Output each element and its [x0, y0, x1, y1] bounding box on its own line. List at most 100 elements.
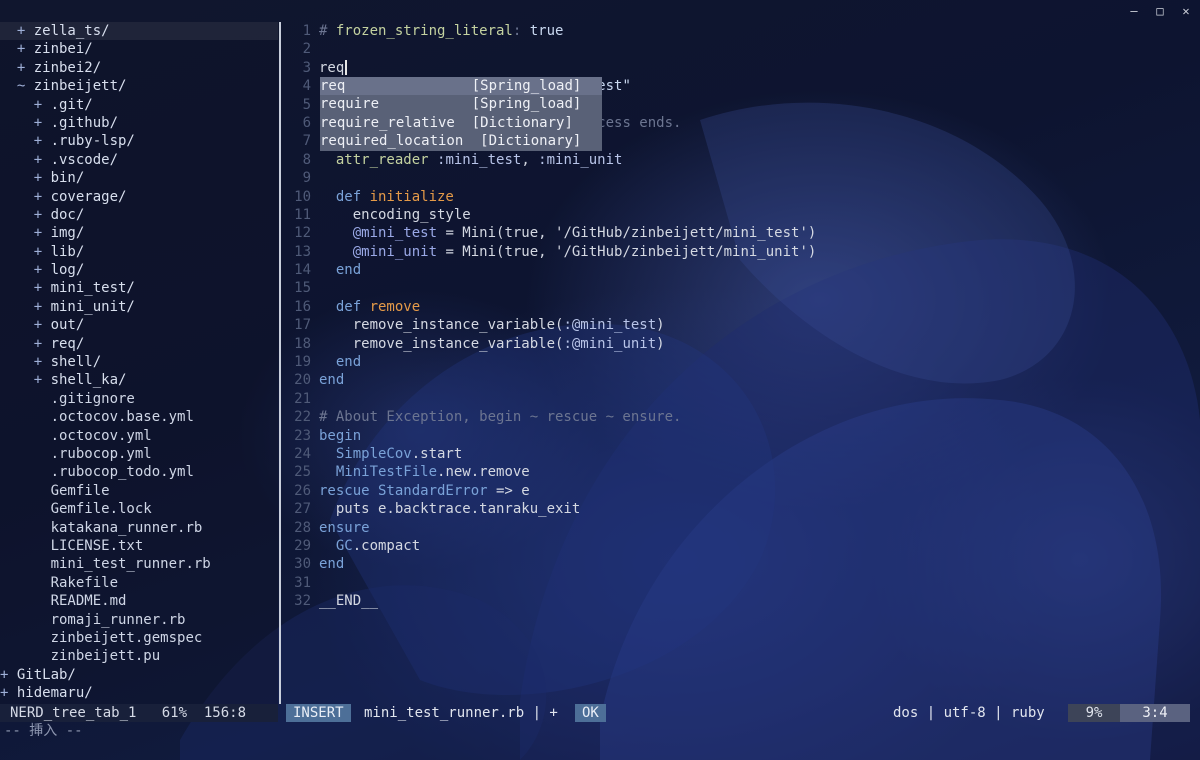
tree-expand-marker[interactable]: + — [34, 133, 51, 149]
tree-file[interactable]: .rubocop_todo.yml — [0, 463, 278, 481]
tree-expand-marker[interactable]: + — [34, 354, 51, 370]
tree-directory[interactable]: + zinbei2/ — [0, 59, 278, 77]
tree-expand-marker[interactable]: + — [34, 299, 51, 315]
tree-file[interactable]: README.md — [0, 592, 278, 610]
code-line[interactable]: 28 ensure — [281, 519, 1200, 537]
tree-file[interactable]: katakana_runner.rb — [0, 519, 278, 537]
tree-directory[interactable]: + log/ — [0, 261, 278, 279]
code-line[interactable]: 14 end — [281, 261, 1200, 279]
tree-directory[interactable]: + doc/ — [0, 206, 278, 224]
tree-directory[interactable]: + req/ — [0, 335, 278, 353]
code-line[interactable]: 2 — [281, 40, 1200, 58]
completion-item[interactable]: req [Spring_load] — [320, 77, 602, 96]
tree-expand-marker[interactable]: + — [34, 262, 51, 278]
tree-directory[interactable]: + zinbei/ — [0, 40, 278, 58]
code-line[interactable]: 29 GC.compact — [281, 537, 1200, 555]
tree-expand-marker[interactable]: + — [34, 97, 51, 113]
tree-directory[interactable]: + .github/ — [0, 114, 278, 132]
command-line[interactable]: -- 挿入 -- — [0, 722, 1200, 740]
tree-directory[interactable]: + bin/ — [0, 169, 278, 187]
tree-expand-marker[interactable]: + — [34, 244, 51, 260]
code-line[interactable]: 17 remove_instance_variable(:@mini_test) — [281, 316, 1200, 334]
completion-item[interactable]: required_location [Dictionary] — [320, 132, 602, 150]
code-line[interactable]: 23 begin — [281, 427, 1200, 445]
tree-file[interactable]: zinbeijett.pu — [0, 647, 278, 665]
tree-directory[interactable]: + .ruby-lsp/ — [0, 132, 278, 150]
tree-expand-marker[interactable]: + — [34, 170, 51, 186]
completion-item[interactable]: require [Spring_load] — [320, 95, 602, 113]
tree-file[interactable]: LICENSE.txt — [0, 537, 278, 555]
tree-file[interactable]: .octocov.yml — [0, 427, 278, 445]
tree-directory[interactable]: + shell/ — [0, 353, 278, 371]
code-line[interactable]: 15 — [281, 279, 1200, 297]
code-line[interactable]: 9 — [281, 169, 1200, 187]
line-number: 3 — [302, 59, 311, 76]
tree-expand-marker[interactable]: + — [34, 372, 51, 388]
tree-file[interactable]: Gemfile.lock — [0, 500, 278, 518]
tree-directory[interactable]: + GitLab/ — [0, 666, 278, 684]
tree-file[interactable]: romaji_runner.rb — [0, 611, 278, 629]
tree-directory[interactable]: + lib/ — [0, 243, 278, 261]
tree-expand-marker[interactable]: + — [34, 317, 51, 333]
tree-directory[interactable]: + coverage/ — [0, 188, 278, 206]
tree-directory[interactable]: + .vscode/ — [0, 151, 278, 169]
tree-file[interactable]: .octocov.base.yml — [0, 408, 278, 426]
tree-directory[interactable]: + .git/ — [0, 96, 278, 114]
tree-expand-marker[interactable]: + — [34, 189, 51, 205]
tree-directory[interactable]: + mini_test/ — [0, 279, 278, 297]
tree-expand-marker[interactable]: + — [34, 207, 51, 223]
tree-directory[interactable]: + shell_ka/ — [0, 371, 278, 389]
tree-item-label: zinbeijett.pu — [50, 648, 161, 665]
code-line[interactable]: 25 MiniTestFile.new.remove — [281, 463, 1200, 481]
tree-directory[interactable]: + zella_ts/ — [0, 22, 278, 41]
code-line[interactable]: 12 @mini_test = Mini(true, '/GitHub/zinb… — [281, 224, 1200, 242]
tree-directory[interactable]: + hidemaru/ — [0, 684, 278, 702]
line-number: 7 — [302, 133, 311, 150]
tree-directory[interactable]: + img/ — [0, 224, 278, 242]
code-line[interactable]: 24 SimpleCov.start — [281, 445, 1200, 463]
code-line[interactable]: 20 end — [281, 371, 1200, 389]
tree-expand-marker[interactable]: + — [17, 41, 34, 57]
tree-expand-marker[interactable]: + — [0, 667, 17, 683]
code-line[interactable]: 18 remove_instance_variable(:@mini_unit) — [281, 335, 1200, 353]
code-line[interactable]: 16 def remove — [281, 298, 1200, 316]
code-line[interactable]: 19 end — [281, 353, 1200, 371]
code-line[interactable]: 21 — [281, 390, 1200, 408]
tree-directory[interactable]: ~ zinbeijett/ — [0, 77, 278, 95]
completion-item[interactable]: require_relative [Dictionary] — [320, 114, 602, 132]
code-line[interactable]: 11 encoding_style — [281, 206, 1200, 224]
code-line[interactable]: 1 # frozen_string_literal: true — [281, 22, 1200, 40]
tree-expand-marker[interactable]: + — [17, 60, 34, 76]
code-line[interactable]: 26 rescue StandardError => e — [281, 482, 1200, 500]
code-line[interactable]: 27 puts e.backtrace.tanraku_exit — [281, 500, 1200, 518]
code-line[interactable]: 13 @mini_unit = Mini(true, '/GitHub/zinb… — [281, 243, 1200, 261]
maximize-icon[interactable]: □ — [1154, 4, 1166, 18]
code-line[interactable]: 10 def initialize — [281, 188, 1200, 206]
tree-directory[interactable]: + mini_unit/ — [0, 298, 278, 316]
tree-expand-marker[interactable]: + — [0, 685, 17, 701]
tree-expand-marker[interactable]: + — [34, 336, 51, 352]
code-line[interactable]: 3 req — [281, 59, 1200, 77]
tree-expand-marker[interactable]: + — [34, 225, 51, 241]
code-line[interactable]: 30 end — [281, 555, 1200, 573]
code-line[interactable]: 31 — [281, 574, 1200, 592]
tree-expand-marker[interactable]: ~ — [17, 78, 34, 94]
tree-file[interactable]: zinbeijett.gemspec — [0, 629, 278, 647]
tree-expand-marker[interactable]: + — [34, 115, 51, 131]
tree-expand-marker[interactable]: + — [17, 23, 34, 39]
tree-expand-marker[interactable]: + — [34, 152, 51, 168]
minimize-icon[interactable]: — — [1128, 4, 1140, 18]
tree-expand-marker[interactable]: + — [34, 280, 51, 296]
code-line[interactable]: 8 attr_reader :mini_test, :mini_unit — [281, 151, 1200, 169]
tree-file[interactable]: .rubocop.yml — [0, 445, 278, 463]
tree-file[interactable]: Gemfile — [0, 482, 278, 500]
tree-directory[interactable]: + out/ — [0, 316, 278, 334]
tree-item-label: Gemfile.lock — [50, 501, 152, 518]
tree-file[interactable]: mini_test_runner.rb — [0, 555, 278, 573]
close-icon[interactable]: ✕ — [1180, 4, 1192, 18]
tree-file[interactable]: Rakefile — [0, 574, 278, 592]
tree-file[interactable]: .gitignore — [0, 390, 278, 408]
code-line[interactable]: 22 # About Exception, begin ~ rescue ~ en… — [281, 408, 1200, 426]
code-line[interactable]: 32 __END__ — [281, 592, 1200, 610]
